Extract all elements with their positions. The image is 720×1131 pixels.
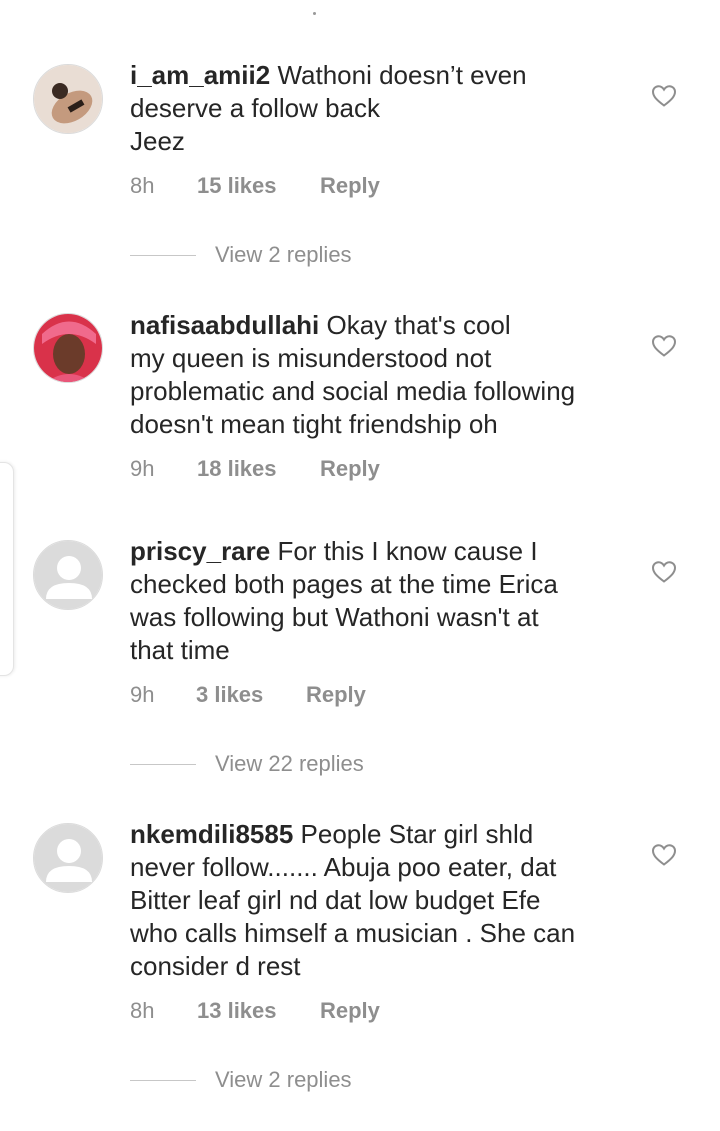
person-silhouette-icon [34,824,102,892]
comment-likes[interactable]: 3 likes [196,682,306,708]
comment-text: priscy_rare For this I know cause I chec… [130,535,630,667]
comment-username[interactable]: priscy_rare [130,536,270,566]
heart-outline-icon[interactable] [651,843,677,867]
view-replies-button[interactable]: View 22 replies [130,751,364,777]
comment-likes[interactable]: 15 likes [197,173,320,199]
heart-outline-icon[interactable] [651,84,677,108]
comment-text: nafisaabdullahi Okay that's cool my quee… [130,309,630,441]
comment-likes[interactable]: 13 likes [197,998,320,1024]
view-replies-divider [130,254,196,256]
comment-username[interactable]: nafisaabdullahi [130,310,319,340]
avatar[interactable] [33,313,103,383]
heart-outline-icon[interactable] [651,334,677,358]
view-replies-button[interactable]: View 2 replies [130,1067,352,1093]
comment-meta: 9h 3 likes Reply [130,682,366,708]
view-replies-button[interactable]: View 2 replies [130,242,352,268]
avatar[interactable] [33,64,103,134]
comment-time: 8h [130,173,155,198]
comment-likes[interactable]: 18 likes [197,456,320,482]
avatar-photo [34,314,102,382]
heart-outline-icon[interactable] [651,560,677,584]
comment-username[interactable]: i_am_amii2 [130,60,270,90]
view-replies-divider [130,763,196,765]
view-replies-divider [130,1079,196,1081]
comment-text: nkemdili8585 People Star girl shld never… [130,818,630,983]
comment-username[interactable]: nkemdili8585 [130,819,293,849]
comment-time: 9h [130,682,155,707]
reply-button[interactable]: Reply [320,998,380,1024]
avatar[interactable] [33,540,103,610]
reply-button[interactable]: Reply [320,173,380,199]
view-replies-label: View 2 replies [215,1067,352,1092]
person-silhouette-icon [34,541,102,609]
reply-button[interactable]: Reply [306,682,366,708]
view-replies-label: View 22 replies [215,751,364,776]
view-replies-label: View 2 replies [215,242,352,267]
side-edge-panel[interactable] [0,462,14,676]
comment-time: 9h [130,456,155,481]
comment-meta: 8h 15 likes Reply [130,173,380,199]
scroll-indicator-dot [313,12,316,15]
comment-meta: 9h 18 likes Reply [130,456,380,482]
comment-text: i_am_amii2 Wathoni doesn’t even deserve … [130,59,630,158]
comment-meta: 8h 13 likes Reply [130,998,380,1024]
comment-time: 8h [130,998,155,1023]
avatar-photo [34,65,102,133]
reply-button[interactable]: Reply [320,456,380,482]
avatar[interactable] [33,823,103,893]
